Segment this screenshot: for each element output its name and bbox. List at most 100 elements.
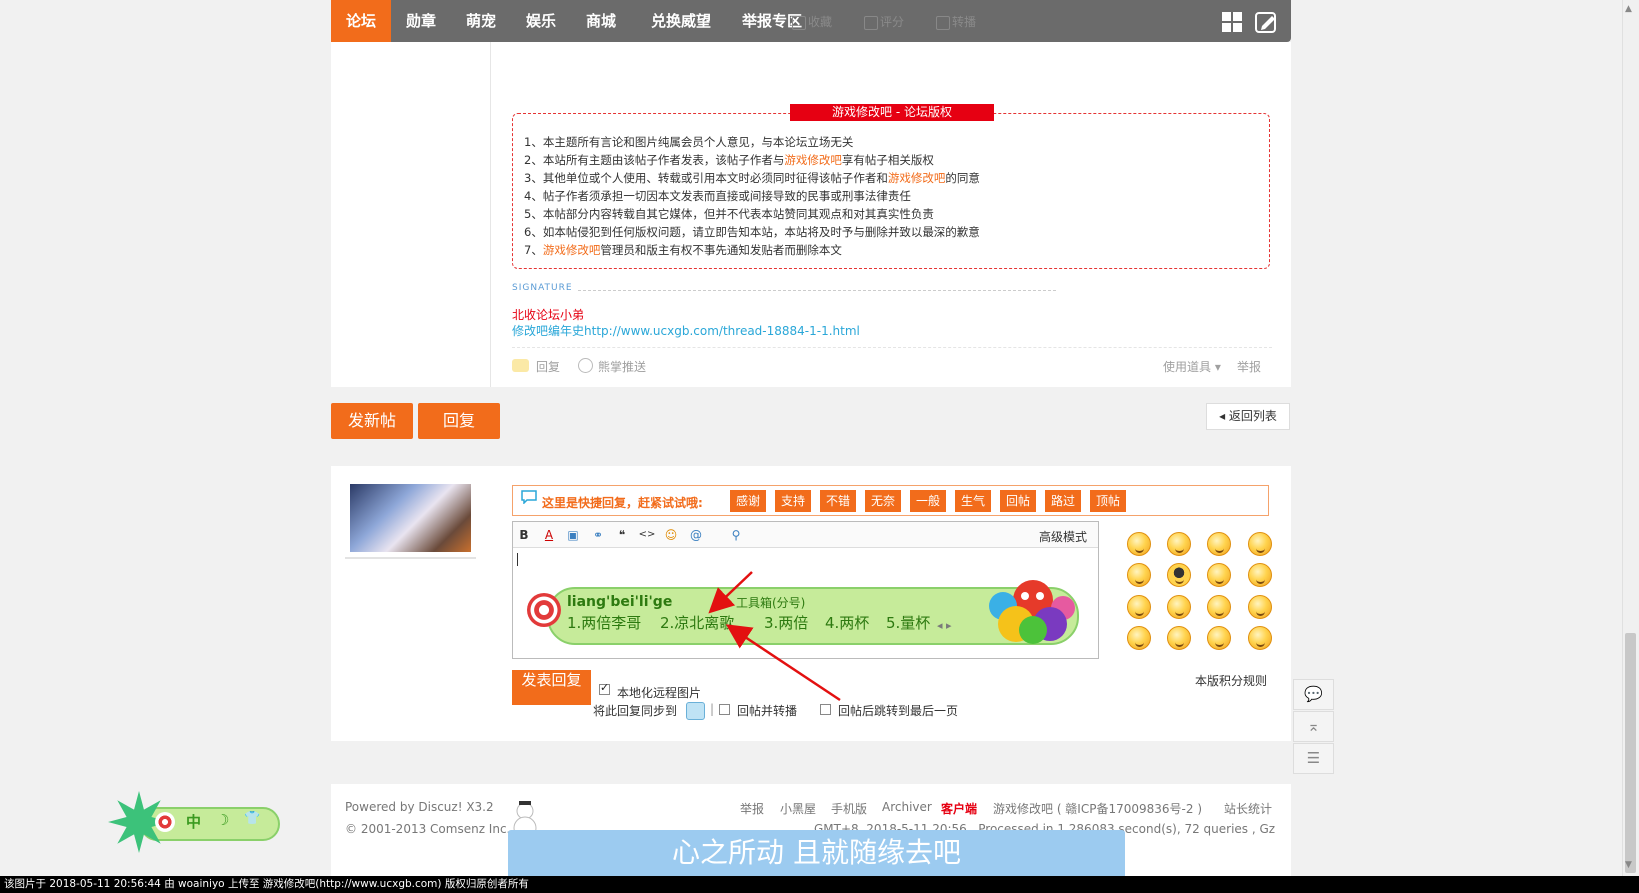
relay-checkbox[interactable] (719, 704, 730, 715)
avatar[interactable] (350, 484, 471, 552)
actions-divider (512, 347, 1272, 348)
scrollbar-thumb[interactable] (1625, 633, 1636, 873)
smiley-icon[interactable] (1207, 532, 1231, 556)
localize-images-checkbox[interactable] (599, 681, 610, 695)
smiley-icon[interactable] (1248, 532, 1272, 556)
report-action[interactable]: 举报 (1237, 358, 1261, 375)
code-icon[interactable]: <> (638, 526, 656, 544)
smiley-icon[interactable] (1167, 532, 1191, 556)
ime-mode-chinese[interactable]: 中 (186, 811, 201, 832)
quick-reply-prompt: 这里是快捷回复，赶紧试试哦: (542, 496, 703, 510)
nav-pets[interactable]: 萌宠 (451, 0, 511, 42)
copyright-title: 游戏修改吧 - 论坛版权 (790, 104, 994, 121)
points-rules-link[interactable]: 本版积分规则 (1195, 672, 1267, 689)
ime-candidate[interactable]: 2.凉北离歌 (660, 612, 734, 633)
attachment-icon[interactable]: ⚲ (727, 526, 745, 544)
quick-option-thanks[interactable]: 感谢 (730, 490, 767, 512)
page-arrows-icon[interactable]: ◂ ▸ (937, 619, 952, 632)
nav-medals[interactable]: 勋章 (391, 0, 451, 42)
nav-exchange[interactable]: 兑换威望 (638, 0, 724, 42)
grid-icon[interactable] (1221, 11, 1243, 33)
use-tools-action[interactable]: 使用道具 ▾ (1163, 358, 1221, 375)
signature-line-1: 北收论坛小弟 (512, 308, 585, 322)
footer-link-mobile[interactable]: 手机版 (831, 800, 867, 817)
watermark-bar: 该图片于 2018-05-11 20:56:44 由 woainiyo 上传至 … (0, 876, 1639, 893)
quick-option-good[interactable]: 不错 (820, 490, 857, 512)
copyright-line: 7、游戏修改吧管理员和版主有权不事先通知发贴者而删除本文 (524, 243, 842, 257)
footer-link-client[interactable]: 客户端 (941, 800, 977, 817)
quick-option-support[interactable]: 支持 (775, 490, 812, 512)
quick-option-reply[interactable]: 回帖 (1000, 490, 1037, 512)
shirt-icon[interactable]: 👕 (244, 811, 260, 826)
scroll-down-icon[interactable]: ▼ (1625, 860, 1632, 870)
nav-entertainment[interactable]: 娱乐 (511, 0, 571, 42)
smiley-icon[interactable] (1127, 532, 1151, 556)
quick-option-helpless[interactable]: 无奈 (865, 490, 902, 512)
quote-icon[interactable]: ❝ (613, 526, 631, 544)
lollipop-icon (155, 812, 175, 832)
forward-button[interactable]: 转播 (934, 12, 976, 32)
ime-pinyin: liang'bei'li'ge (567, 594, 673, 610)
smiley-icon[interactable] (1167, 595, 1191, 619)
nav-shop[interactable]: 商城 (571, 0, 631, 42)
smiley-icon[interactable] (1207, 595, 1231, 619)
scroll-up-icon[interactable]: ▲ (1625, 4, 1632, 14)
edit-icon[interactable] (1254, 10, 1278, 34)
quick-option-angry[interactable]: 生气 (955, 490, 992, 512)
paw-icon (578, 358, 593, 373)
image-icon[interactable]: ▣ (564, 526, 582, 544)
copyright-line: 3、其他单位或个人使用、转载或引用本文时必须同时征得该帖子作者和游戏修改吧的同意 (524, 171, 980, 185)
ime-toolbox[interactable]: 工具箱(分号) (736, 594, 805, 611)
smiley-icon[interactable] (1207, 563, 1231, 587)
quick-option-pass[interactable]: 路过 (1045, 490, 1082, 512)
sunglasses-smiley-icon[interactable] (1167, 563, 1191, 587)
feedback-icon[interactable]: 💬 (1293, 679, 1334, 710)
copyright-line: 4、帖子作者须承担一切因本文发表而直接或间接导致的民事或刑事法律责任 (524, 189, 911, 203)
monsters-icon (978, 578, 1083, 644)
footer-link-archiver[interactable]: Archiver (882, 800, 932, 814)
quick-option-normal[interactable]: 一般 (910, 490, 947, 512)
moon-icon[interactable]: ☽ (216, 811, 229, 829)
submit-reply-button[interactable]: 发表回复 (512, 670, 591, 705)
ime-candidate[interactable]: 4.两杯 (825, 612, 869, 633)
footer-icp[interactable]: 游戏修改吧 ( 赣ICP备17009836号-2 ) (993, 800, 1202, 817)
nav-forum[interactable]: 论坛 (331, 0, 391, 42)
ime-candidate[interactable]: 1.两倍李哥 (567, 612, 641, 633)
banner: 心之所动 且就随缘去吧 (508, 830, 1125, 876)
smiley-icon[interactable] (1207, 626, 1231, 650)
sync-weibo-icon[interactable] (686, 702, 705, 720)
back-to-list-button[interactable]: ◂ 返回列表 (1206, 403, 1290, 430)
rate-button[interactable]: 评分 (862, 12, 904, 32)
new-post-button[interactable]: 发新帖 (331, 403, 413, 439)
smiley-icon[interactable]: ☺ (662, 526, 680, 544)
smiley-icon[interactable] (1248, 626, 1272, 650)
smiley-icon[interactable] (1248, 595, 1272, 619)
font-color-icon[interactable]: A (540, 526, 558, 544)
footer-copyright: © 2001-2013 Comsenz Inc. (345, 822, 511, 836)
footer-link-report[interactable]: 举报 (740, 800, 764, 817)
quick-option-bump[interactable]: 顶帖 (1090, 490, 1127, 512)
back-to-top-icon[interactable]: ⌅ (1293, 711, 1334, 742)
smiley-icon[interactable] (1127, 595, 1151, 619)
footer-link-stats[interactable]: 站长统计 (1224, 800, 1272, 817)
favorite-button[interactable]: 收藏 (790, 12, 832, 32)
post-reply-action[interactable]: 回复 (512, 358, 560, 375)
signature-line-2[interactable]: 修改吧编年史http://www.ucxgb.com/thread-18884-… (512, 322, 860, 339)
text-caret (517, 553, 518, 566)
smiley-icon[interactable] (1248, 563, 1272, 587)
signature-label: SIGNATURE (512, 283, 573, 293)
list-icon[interactable]: ☰ (1293, 743, 1334, 774)
advanced-mode-link[interactable]: 高级模式 (1039, 528, 1087, 545)
smiley-icon[interactable] (1127, 563, 1151, 587)
bold-icon[interactable]: B (515, 526, 533, 544)
link-icon[interactable]: ⚭ (589, 526, 607, 544)
footer-link-blackroom[interactable]: 小黑屋 (780, 800, 816, 817)
smiley-icon[interactable] (1167, 626, 1191, 650)
ime-candidate[interactable]: 5.量杯 (886, 612, 930, 633)
push-action[interactable]: 熊掌推送 (578, 358, 646, 375)
smiley-icon[interactable] (1127, 626, 1151, 650)
reply-button[interactable]: 回复 (418, 403, 500, 439)
mention-icon[interactable]: @ (687, 526, 705, 544)
ime-candidate[interactable]: 3.两倍 (764, 612, 808, 633)
jump-last-page-checkbox[interactable] (820, 704, 831, 715)
